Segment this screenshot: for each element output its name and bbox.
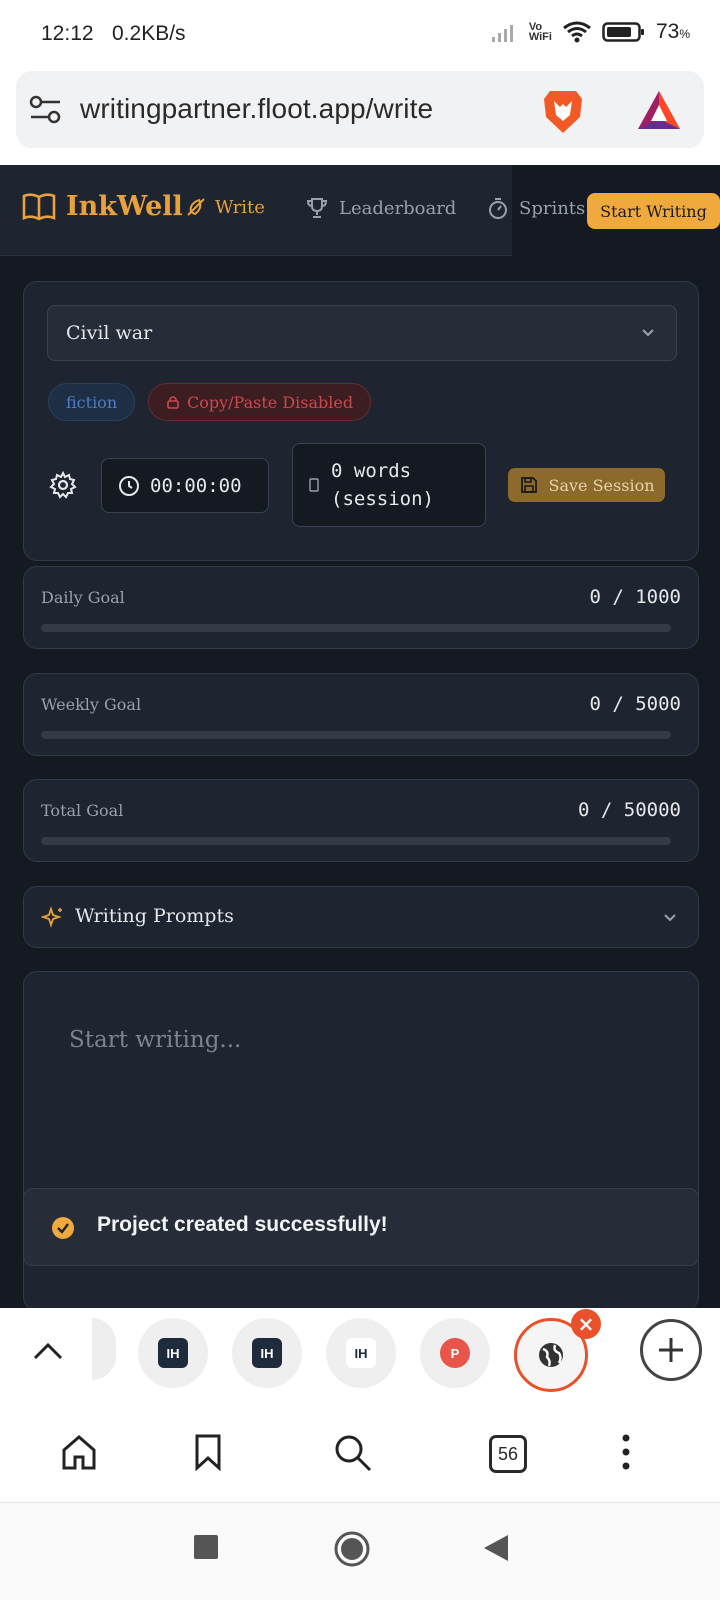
status-right: Vo WiFi 73% [491, 20, 690, 44]
daily-goal-card: Daily Goal 0 / 1000 [23, 566, 699, 649]
system-nav-bar [0, 1503, 720, 1600]
tab-thumbnail[interactable]: IH [138, 1318, 208, 1388]
success-toast: Project created successfully! [23, 1188, 699, 1266]
site-favicon: IH [158, 1338, 188, 1368]
book-icon [22, 192, 56, 220]
project-card: Civil war fiction Copy/Paste Disabled 00… [23, 281, 699, 561]
copy-paste-disabled-tag: Copy/Paste Disabled [148, 383, 372, 421]
goal-value: 0 / 1000 [589, 586, 681, 608]
tab-partial[interactable] [92, 1318, 116, 1380]
tab-thumbnail[interactable]: P [420, 1318, 490, 1388]
editor-placeholder: Start writing... [69, 1027, 242, 1053]
chevron-down-icon [642, 329, 654, 337]
save-session-label: Save Session [548, 475, 655, 495]
search-icon[interactable] [333, 1433, 373, 1473]
recent-apps-icon[interactable] [192, 1533, 220, 1561]
site-favicon: IH [252, 1338, 282, 1368]
site-settings-icon[interactable] [28, 93, 64, 127]
brand-logo[interactable]: InkWell [22, 191, 183, 222]
vowifi-icon: Vo WiFi [528, 22, 552, 43]
save-session-button[interactable]: Save Session [508, 468, 665, 502]
sparkles-icon [41, 906, 62, 928]
tab-count-button[interactable]: 56 [489, 1435, 527, 1473]
tab-thumbnail[interactable]: IH [232, 1318, 302, 1388]
brave-rewards-icon[interactable] [636, 89, 682, 131]
clock-icon [119, 475, 139, 496]
close-tab-button[interactable]: × [571, 1309, 601, 1339]
signal-icon [491, 25, 513, 42]
document-icon [309, 478, 319, 492]
battery-unit: % [679, 27, 690, 41]
check-circle-icon [52, 1217, 74, 1239]
top-nav: InkWell Write Leaderboard Sprints [0, 165, 585, 256]
globe-icon [539, 1343, 563, 1367]
writing-prompts-title: Writing Prompts [75, 905, 234, 927]
goal-label: Total Goal [41, 801, 124, 820]
goal-label: Daily Goal [41, 588, 125, 607]
home-button-icon[interactable] [333, 1530, 371, 1568]
browser-toolbar [0, 1393, 720, 1503]
tab-thumbnail[interactable]: IH [326, 1318, 396, 1388]
word-count-line2: (session) [331, 488, 434, 510]
genre-tag: fiction [48, 383, 136, 421]
writing-prompts-toggle[interactable]: Writing Prompts [23, 886, 699, 948]
nav-write[interactable]: Write [185, 196, 265, 218]
battery-icon [602, 22, 644, 42]
nav-leaderboard-label: Leaderboard [339, 197, 457, 219]
back-icon[interactable] [482, 1533, 510, 1563]
goal-value: 0 / 5000 [589, 693, 681, 715]
session-word-count: 0 words (session) [292, 443, 486, 527]
more-menu-icon[interactable] [618, 1433, 634, 1471]
address-bar[interactable]: writingpartner.floot.app/write [16, 71, 704, 148]
chevron-up-icon[interactable] [30, 1336, 66, 1366]
word-count-line1: 0 words [331, 460, 412, 482]
bookmark-icon[interactable] [194, 1433, 222, 1471]
status-time: 12:12 [41, 22, 94, 45]
stopwatch-icon [489, 198, 507, 219]
nav-sprints[interactable]: Sprints [487, 196, 585, 220]
goal-progress-track [41, 731, 671, 739]
brand-name: InkWell [66, 191, 183, 222]
weekly-goal-card: Weekly Goal 0 / 5000 [23, 673, 699, 756]
battery-level: 73% [656, 20, 690, 44]
brave-shields-icon[interactable] [540, 87, 586, 135]
project-select-value: Civil war [66, 322, 153, 344]
goal-value: 0 / 50000 [578, 799, 681, 821]
nav-leaderboard[interactable]: Leaderboard [305, 196, 456, 220]
web-page: InkWell Write Leaderboard Sprints Start … [0, 165, 720, 1308]
plus-icon [659, 1338, 683, 1362]
session-timer: 00:00:00 [101, 458, 269, 513]
tab-strip: IH IH IH P [0, 1308, 720, 1393]
url-text[interactable]: writingpartner.floot.app/write [80, 93, 433, 125]
total-goal-card: Total Goal 0 / 50000 [23, 779, 699, 862]
save-icon [520, 477, 537, 493]
nav-sprints-label: Sprints [519, 197, 586, 219]
new-tab-button[interactable] [640, 1319, 702, 1381]
goal-label: Weekly Goal [41, 695, 142, 714]
timer-value: 00:00:00 [150, 474, 242, 497]
feather-icon [187, 198, 205, 216]
status-bar: 12:12 0.2KB/s Vo WiFi 73% [0, 0, 720, 70]
project-select[interactable]: Civil war [47, 305, 677, 361]
chevron-down-icon [664, 914, 676, 922]
site-favicon: IH [346, 1338, 376, 1368]
trophy-icon [306, 198, 328, 218]
word-count-text: 0 words (session) [331, 457, 434, 513]
battery-value: 73 [655, 20, 680, 43]
toast-message: Project created successfully! [97, 1213, 388, 1236]
goal-progress-track [41, 624, 671, 632]
gear-icon[interactable] [49, 471, 77, 499]
lock-icon [167, 396, 179, 409]
nav-write-label: Write [215, 196, 265, 218]
home-icon[interactable] [60, 1433, 98, 1471]
copy-paste-label: Copy/Paste Disabled [187, 392, 354, 412]
start-writing-button[interactable]: Start Writing [587, 193, 720, 229]
vowifi-bottom: WiFi [528, 31, 552, 43]
wifi-icon [563, 21, 591, 43]
status-net-speed: 0.2KB/s [112, 22, 186, 45]
site-favicon: P [440, 1338, 470, 1368]
goal-progress-track [41, 837, 671, 845]
